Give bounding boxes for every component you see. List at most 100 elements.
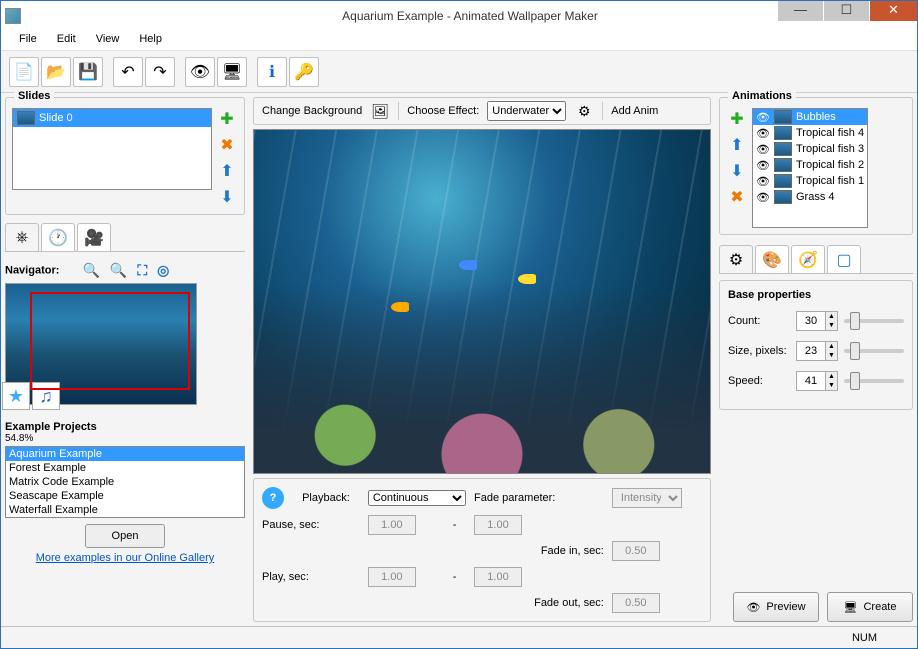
open-project-button[interactable]: Open bbox=[85, 524, 165, 548]
tab-camera[interactable]: 🎥 bbox=[77, 223, 111, 251]
slide-down-button[interactable]: ⬇ bbox=[216, 186, 238, 208]
base-properties-header: Base properties bbox=[728, 289, 904, 301]
title-bar: Aquarium Example - Animated Wallpaper Ma… bbox=[1, 1, 917, 31]
projects-list[interactable]: Aquarium Example Forest Example Matrix C… bbox=[5, 446, 245, 518]
background-icon[interactable]: 🖼 bbox=[370, 101, 390, 121]
tab-clock[interactable]: 🕐 bbox=[41, 223, 75, 251]
canvas-toolbar: Change Background 🖼 Choose Effect: Under… bbox=[253, 97, 711, 125]
numlock-indicator: NUM bbox=[852, 632, 877, 644]
playback-label: Playback: bbox=[302, 492, 360, 504]
count-spinner[interactable]: ▲▼ bbox=[796, 311, 838, 331]
visibility-icon[interactable]: 👁 bbox=[756, 143, 770, 156]
preview-toolbar-button[interactable]: 👁 bbox=[185, 57, 215, 87]
preview-button[interactable]: 👁Preview bbox=[733, 592, 819, 622]
slide-label: Slide 0 bbox=[39, 112, 73, 124]
register-button[interactable]: 🔑 bbox=[289, 57, 319, 87]
anim-thumb-icon bbox=[774, 158, 792, 172]
navigator-preview[interactable]: ★ ♫ bbox=[5, 283, 197, 405]
save-button[interactable]: 💾 bbox=[73, 57, 103, 87]
playback-mode-select[interactable]: Continuous bbox=[368, 490, 466, 506]
pause-to-input bbox=[474, 515, 522, 535]
menu-edit[interactable]: Edit bbox=[47, 31, 86, 50]
delete-slide-button[interactable]: ✖ bbox=[216, 134, 238, 156]
menu-file[interactable]: File bbox=[9, 31, 47, 50]
anim-up-button[interactable]: ⬆ bbox=[726, 134, 748, 156]
zoom-in-icon[interactable]: 🔍 bbox=[82, 262, 99, 279]
animation-item[interactable]: 👁Tropical fish 4 bbox=[753, 125, 867, 141]
speed-label: Speed: bbox=[728, 375, 790, 387]
create-button[interactable]: 🖥Create bbox=[827, 592, 913, 622]
effect-select[interactable]: Underwater bbox=[487, 101, 566, 121]
animations-list[interactable]: 👁Bubbles 👁Tropical fish 4 👁Tropical fish… bbox=[752, 108, 868, 228]
play-to-input bbox=[474, 567, 522, 587]
add-animation-icon[interactable]: ✚ bbox=[726, 108, 748, 130]
menu-view[interactable]: View bbox=[86, 31, 130, 50]
count-label: Count: bbox=[728, 315, 790, 327]
navigator-panel: Navigator: 🔍 🔍 ⛶ ◎ ★ ♫ bbox=[5, 256, 245, 409]
speed-slider[interactable] bbox=[844, 379, 904, 383]
main-toolbar: 📄 📂 💾 ↶ ↷ 👁 🖥 ℹ 🔑 bbox=[1, 51, 917, 93]
fit-icon[interactable]: ⛶ bbox=[137, 262, 147, 279]
favorite-icon[interactable]: ★ bbox=[2, 382, 30, 410]
project-item[interactable]: Matrix Code Example bbox=[6, 475, 244, 489]
music-icon[interactable]: ♫ bbox=[32, 382, 60, 410]
slide-thumb-icon bbox=[17, 111, 35, 125]
size-spinner[interactable]: ▲▼ bbox=[796, 341, 838, 361]
animation-item[interactable]: 👁Tropical fish 1 bbox=[753, 173, 867, 189]
new-button[interactable]: 📄 bbox=[9, 57, 39, 87]
apply-wallpaper-button[interactable]: 🖥 bbox=[217, 57, 247, 87]
visibility-icon[interactable]: 👁 bbox=[756, 191, 770, 204]
anim-thumb-icon bbox=[774, 174, 792, 188]
delete-animation-button[interactable]: ✖ bbox=[726, 186, 748, 208]
project-item[interactable]: Aquarium Example bbox=[6, 447, 244, 461]
zoom-out-icon[interactable]: 🔍 bbox=[110, 262, 127, 279]
visibility-icon[interactable]: 👁 bbox=[756, 159, 770, 172]
count-slider[interactable] bbox=[844, 319, 904, 323]
animation-item[interactable]: 👁Tropical fish 3 bbox=[753, 141, 867, 157]
fade-parameter-label: Fade parameter: bbox=[474, 492, 604, 504]
add-animation-button[interactable]: Add Anim bbox=[611, 105, 658, 117]
online-gallery-link[interactable]: More examples in our Online Gallery bbox=[5, 552, 245, 564]
menu-help[interactable]: Help bbox=[129, 31, 172, 50]
redo-button[interactable]: ↷ bbox=[145, 57, 175, 87]
slides-list[interactable]: Slide 0 bbox=[12, 108, 212, 190]
maximize-button[interactable]: ☐ bbox=[823, 1, 869, 21]
help-icon[interactable]: ? bbox=[262, 487, 284, 509]
pause-label: Pause, sec: bbox=[262, 519, 360, 531]
tab-navigator[interactable]: ⎈ bbox=[5, 223, 39, 251]
project-item[interactable]: Seascape Example bbox=[6, 489, 244, 503]
status-bar: NUM bbox=[1, 626, 917, 648]
fade-parameter-select: Intensity bbox=[612, 488, 682, 508]
animation-item[interactable]: 👁Grass 4 bbox=[753, 189, 867, 205]
project-item[interactable]: Waterfall Example bbox=[6, 503, 244, 517]
tab-bounds[interactable]: ▢ bbox=[827, 245, 861, 273]
size-slider[interactable] bbox=[844, 349, 904, 353]
preview-canvas[interactable] bbox=[253, 129, 711, 474]
visibility-icon[interactable]: 👁 bbox=[756, 175, 770, 188]
fade-out-input bbox=[612, 593, 660, 613]
change-background-button[interactable]: Change Background bbox=[262, 105, 362, 117]
tab-colors[interactable]: 🎨 bbox=[755, 245, 789, 273]
play-label: Play, sec: bbox=[262, 571, 360, 583]
minimize-button[interactable]: — bbox=[777, 1, 823, 21]
info-button[interactable]: ℹ bbox=[257, 57, 287, 87]
project-item[interactable]: Forest Example bbox=[6, 461, 244, 475]
animation-item[interactable]: 👁Tropical fish 2 bbox=[753, 157, 867, 173]
tab-base-properties[interactable]: ⚙ bbox=[719, 245, 753, 273]
add-slide-button[interactable]: ✚ bbox=[216, 108, 238, 130]
choose-effect-label: Choose Effect: bbox=[407, 105, 479, 117]
slide-item[interactable]: Slide 0 bbox=[13, 109, 211, 127]
app-icon bbox=[5, 8, 21, 24]
visibility-icon[interactable]: 👁 bbox=[756, 127, 770, 140]
close-button[interactable]: ✕ bbox=[869, 1, 917, 21]
tab-motion[interactable]: 🧭 bbox=[791, 245, 825, 273]
open-button[interactable]: 📂 bbox=[41, 57, 71, 87]
visibility-icon[interactable]: 👁 bbox=[756, 111, 770, 124]
anim-down-button[interactable]: ⬇ bbox=[726, 160, 748, 182]
speed-spinner[interactable]: ▲▼ bbox=[796, 371, 838, 391]
slide-up-button[interactable]: ⬆ bbox=[216, 160, 238, 182]
effect-settings-icon[interactable]: ⚙ bbox=[574, 101, 594, 121]
zoom-100-icon[interactable]: ◎ bbox=[157, 262, 169, 279]
animation-item[interactable]: 👁Bubbles bbox=[753, 109, 867, 125]
undo-button[interactable]: ↶ bbox=[113, 57, 143, 87]
